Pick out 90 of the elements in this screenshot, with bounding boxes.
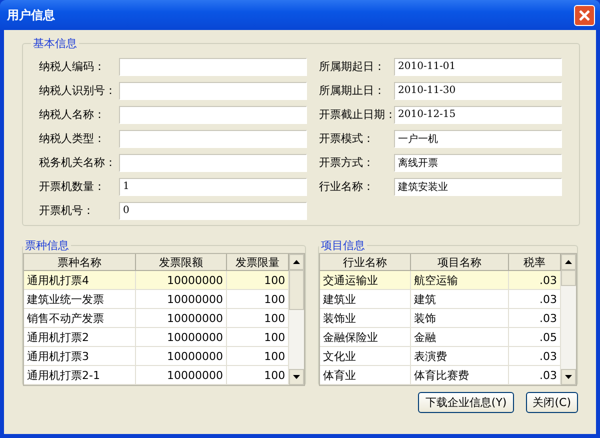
close-dialog-button[interactable]: 关闭(C) bbox=[526, 392, 578, 413]
field-label: 开票机数量： bbox=[38, 179, 106, 194]
group-title: 基本信息 bbox=[32, 36, 78, 51]
table-cell: 建筑业 bbox=[320, 290, 410, 308]
table-cell: .03 bbox=[508, 270, 560, 290]
field-label: 开票模式： bbox=[319, 131, 375, 146]
table-row[interactable]: 销售不动产发票 10000000 100 bbox=[24, 308, 289, 328]
scroll-down-button[interactable] bbox=[289, 369, 304, 385]
input-field[interactable] bbox=[119, 82, 307, 100]
table-row[interactable]: 建筑业 建筑 .03 bbox=[320, 290, 560, 308]
table-row[interactable]: 通用机打票2 10000000 100 bbox=[24, 328, 289, 346]
field-label: 开票方式： bbox=[319, 155, 375, 170]
table-row[interactable]: 金融保险业 金融 .05 bbox=[320, 328, 560, 346]
down-arrow-icon bbox=[565, 375, 572, 379]
input-field[interactable]: 2010-11-01 bbox=[394, 58, 562, 76]
table-row[interactable]: 建筑业统一发票 10000000 100 bbox=[24, 290, 289, 308]
table-cell: 交通运输业 bbox=[320, 270, 410, 290]
table-cell: 10000000 bbox=[135, 366, 227, 384]
field-label: 纳税人类型： bbox=[38, 131, 106, 146]
table-cell: 通用机打票3 bbox=[24, 346, 136, 366]
scroll-up-button[interactable] bbox=[289, 254, 304, 270]
input-field[interactable]: 一户一机 bbox=[394, 130, 562, 148]
table-cell: 建筑 bbox=[410, 290, 508, 308]
table-cell: 10000000 bbox=[135, 290, 227, 308]
scroll-thumb[interactable] bbox=[289, 270, 304, 310]
table-cell: 航空运输 bbox=[410, 270, 508, 290]
table-cell: 10000000 bbox=[135, 270, 227, 290]
table-row[interactable]: 通用机打票3 10000000 100 bbox=[24, 346, 289, 366]
table-cell: 100 bbox=[226, 270, 289, 290]
table-cell: 文化业 bbox=[320, 346, 410, 366]
table-cell: 金融 bbox=[410, 328, 508, 346]
window-title: 用户信息 bbox=[7, 6, 55, 24]
column-header[interactable]: 税率 bbox=[508, 254, 560, 270]
column-header[interactable]: 发票限量 bbox=[226, 254, 289, 270]
column-header[interactable]: 票种名称 bbox=[24, 254, 136, 270]
table-row[interactable]: 通用机打票4 10000000 100 bbox=[24, 270, 289, 290]
scrollbar[interactable] bbox=[561, 254, 576, 385]
table-row[interactable]: 交通运输业 航空运输 .03 bbox=[320, 270, 560, 290]
field-label: 所属期起日： bbox=[319, 59, 386, 74]
table-cell: 金融保险业 bbox=[320, 328, 410, 346]
input-field[interactable]: 0 bbox=[119, 202, 307, 220]
column-header[interactable]: 项目名称 bbox=[410, 254, 508, 270]
input-field[interactable]: 离线开票 bbox=[394, 154, 562, 172]
field-label: 税务机关名称： bbox=[38, 155, 117, 170]
table-row[interactable]: 装饰业 装饰 .03 bbox=[320, 308, 560, 328]
table-cell: 体育业 bbox=[320, 366, 410, 384]
table-cell: 10000000 bbox=[135, 328, 227, 346]
close-icon bbox=[578, 8, 591, 22]
input-field[interactable] bbox=[119, 130, 307, 148]
field-label: 行业名称： bbox=[319, 179, 375, 194]
table-cell: 装饰 bbox=[410, 308, 508, 328]
table-cell: 10000000 bbox=[135, 308, 227, 328]
table-row[interactable]: 通用机打票2-1 10000000 100 bbox=[24, 366, 289, 384]
input-field[interactable] bbox=[119, 58, 307, 76]
table-cell: 表演费 bbox=[410, 346, 508, 366]
field-label: 纳税人识别号： bbox=[38, 83, 117, 98]
scrollbar[interactable] bbox=[289, 254, 304, 385]
scroll-down-button[interactable] bbox=[561, 369, 576, 385]
table-cell: 通用机打票2-1 bbox=[24, 366, 136, 384]
field-label: 开票机号： bbox=[38, 203, 95, 218]
table-cell: 销售不动产发票 bbox=[24, 308, 136, 328]
group-title: 票种信息 bbox=[24, 238, 70, 253]
table-row[interactable]: 体育业 体育比赛费 .03 bbox=[320, 366, 560, 384]
table-row[interactable]: 文化业 表演费 .03 bbox=[320, 346, 560, 366]
scroll-thumb[interactable] bbox=[561, 270, 576, 286]
table-cell: 装饰业 bbox=[320, 308, 410, 328]
field-label: 开票截止日期： bbox=[319, 107, 394, 122]
column-header[interactable]: 发票限额 bbox=[135, 254, 227, 270]
input-field[interactable]: 1 bbox=[119, 178, 307, 196]
input-field[interactable]: 2010-12-15 bbox=[394, 106, 562, 124]
field-label: 所属期止日： bbox=[319, 83, 386, 98]
field-label: 纳税人编码： bbox=[38, 59, 106, 74]
table-cell: 通用机打票2 bbox=[24, 328, 136, 346]
field-label: 纳税人名称： bbox=[38, 107, 106, 122]
up-arrow-icon bbox=[293, 260, 300, 264]
input-field[interactable] bbox=[119, 154, 307, 172]
table-cell: 建筑业统一发票 bbox=[24, 290, 136, 308]
column-header[interactable]: 行业名称 bbox=[320, 254, 410, 270]
table-cell: 10000000 bbox=[135, 346, 227, 366]
input-field[interactable]: 2010-11-30 bbox=[394, 82, 562, 100]
group-title: 项目信息 bbox=[320, 238, 366, 253]
scroll-up-button[interactable] bbox=[561, 254, 576, 270]
input-field[interactable]: 建筑安装业 bbox=[394, 178, 562, 196]
table-cell: 体育比赛费 bbox=[410, 366, 508, 384]
up-arrow-icon bbox=[565, 260, 572, 264]
close-button[interactable] bbox=[574, 4, 595, 26]
table-cell: 通用机打票4 bbox=[24, 270, 136, 290]
down-arrow-icon bbox=[293, 375, 300, 379]
input-field[interactable] bbox=[119, 106, 307, 124]
download-button[interactable]: 下载企业信息(Y) bbox=[418, 392, 514, 413]
